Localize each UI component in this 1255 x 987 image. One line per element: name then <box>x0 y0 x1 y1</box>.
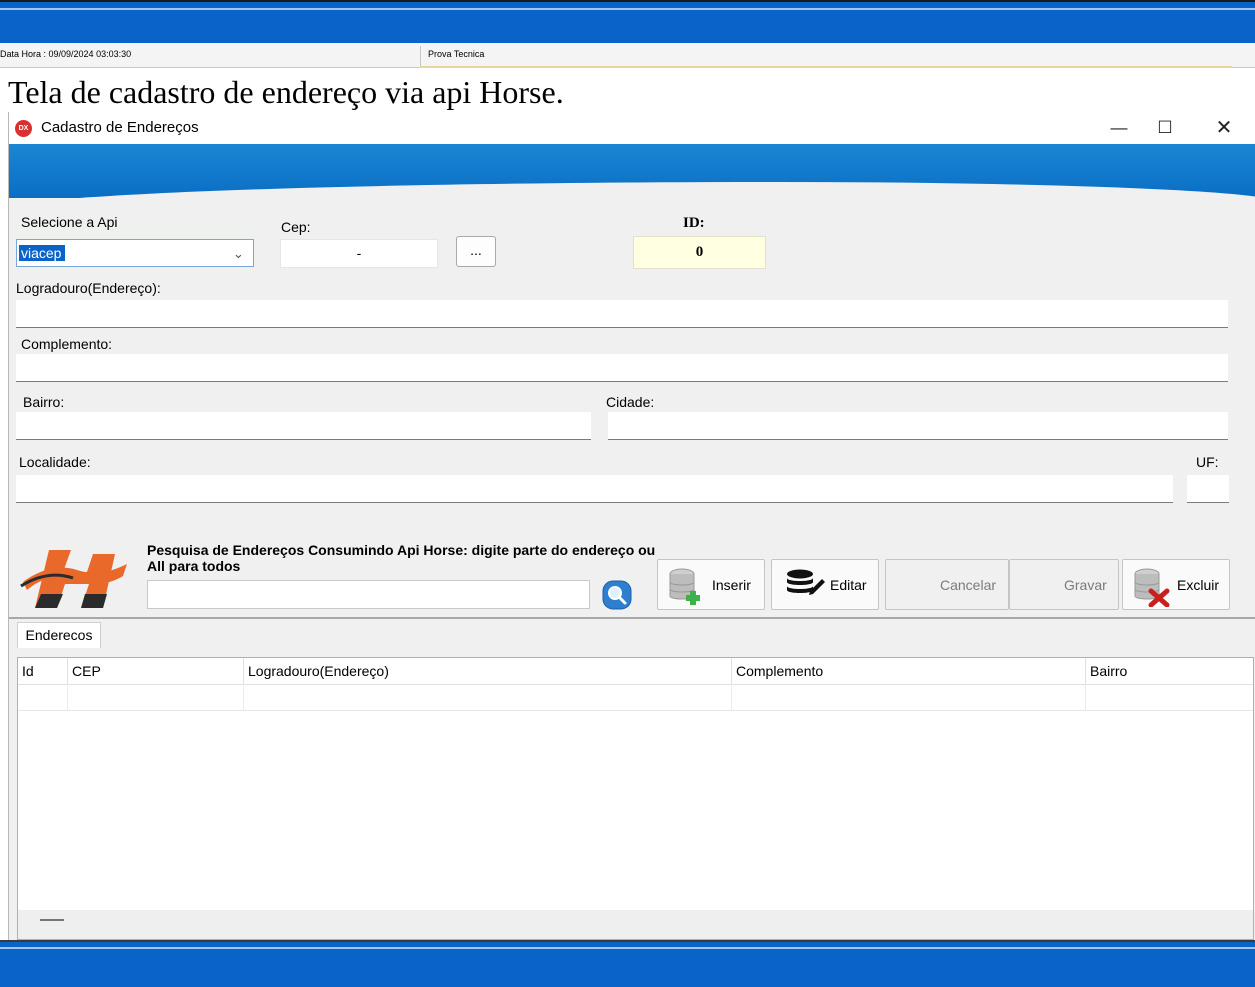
status-bar: Data Hora : 09/09/2024 03:03:30 Prova Te… <box>0 43 1255 68</box>
horse-logo-icon <box>19 542 131 614</box>
minimize-button[interactable]: — <box>1096 112 1142 144</box>
grid-empty-cell[interactable] <box>732 684 1086 710</box>
api-select[interactable]: viacep ⌄ <box>16 239 254 267</box>
toolbar-divider <box>9 617 1255 619</box>
window-title: Cadastro de Endereços <box>41 119 199 136</box>
cep-lookup-button[interactable]: ... <box>456 236 496 267</box>
editar-label: Editar <box>830 577 867 593</box>
complemento-label: Complemento: <box>21 336 113 352</box>
page-caption: Tela de cadastro de endereço via api Hor… <box>8 74 564 110</box>
grid-footer <box>18 910 1253 939</box>
cancelar-label: Cancelar <box>940 577 997 593</box>
database-edit-icon <box>786 569 826 604</box>
id-label: ID: <box>683 215 705 231</box>
maximize-button[interactable]: ☐ <box>1142 112 1188 144</box>
api-select-value: viacep <box>19 245 66 261</box>
cep-input[interactable]: - <box>280 239 438 268</box>
bairro-label: Bairro: <box>23 394 65 410</box>
status-accent-line <box>420 66 1232 68</box>
status-separator <box>420 46 421 66</box>
cidade-input[interactable] <box>608 412 1228 440</box>
inserir-button[interactable]: Inserir <box>657 559 765 610</box>
app-icon: DX <box>15 120 32 137</box>
grid-row-divider <box>18 710 1253 711</box>
grid-empty-cell[interactable] <box>68 684 244 710</box>
header-swoosh <box>9 182 1255 198</box>
column-header-cep[interactable]: CEP <box>68 658 244 684</box>
bairro-input[interactable] <box>16 412 591 440</box>
inserir-label: Inserir <box>712 577 751 593</box>
chevron-down-icon[interactable]: ⌄ <box>233 246 244 262</box>
search-input[interactable] <box>147 580 590 609</box>
status-datetime: Data Hora : 09/09/2024 03:03:30 <box>0 49 132 59</box>
header-band <box>9 144 1255 198</box>
database-add-icon <box>668 567 704 608</box>
cidade-label: Cidade: <box>606 394 655 410</box>
search-caption: Pesquisa de Endereços Consumindo Api Hor… <box>147 542 656 574</box>
column-header-id[interactable]: Id <box>18 658 68 684</box>
localidade-label: Localidade: <box>19 454 91 470</box>
close-button[interactable]: ✕ <box>1201 112 1247 144</box>
status-app-name: Prova Tecnica <box>428 49 485 59</box>
address-window: DX Cadastro de Endereços — ☐ ✕ Selecione… <box>8 112 1255 940</box>
grid-empty-cell[interactable] <box>244 684 732 710</box>
grid-footer-handle[interactable] <box>40 919 64 921</box>
column-header-complemento[interactable]: Complemento <box>732 658 1086 684</box>
uf-label: UF: <box>1196 454 1219 470</box>
editar-button[interactable]: Editar <box>771 559 879 610</box>
top-banner <box>0 0 1255 43</box>
excluir-button[interactable]: Excluir <box>1122 559 1230 610</box>
column-header-logradouro[interactable]: Logradouro(Endereço) <box>244 658 732 684</box>
id-value: 0 <box>633 236 766 269</box>
gravar-label: Gravar <box>1064 577 1107 593</box>
logradouro-label: Logradouro(Endereço): <box>16 280 161 296</box>
gravar-button[interactable]: Gravar <box>1009 559 1119 610</box>
database-delete-icon <box>1133 567 1171 610</box>
window-titlebar[interactable]: DX Cadastro de Endereços — ☐ ✕ <box>9 112 1255 144</box>
search-icon[interactable] <box>602 580 632 610</box>
cancelar-button[interactable]: Cancelar <box>885 559 1009 610</box>
enderecos-grid[interactable]: Id CEP Logradouro(Endereço) Complemento … <box>17 657 1254 940</box>
uf-input[interactable] <box>1187 475 1229 503</box>
grid-empty-cell[interactable] <box>18 684 68 710</box>
tab-enderecos[interactable]: Enderecos <box>17 622 101 648</box>
api-label: Selecione a Api <box>21 214 118 230</box>
bottom-banner <box>0 940 1255 987</box>
localidade-input[interactable] <box>16 475 1173 503</box>
complemento-input[interactable] <box>16 354 1228 382</box>
column-header-bairro[interactable]: Bairro <box>1086 658 1253 684</box>
cep-label: Cep: <box>281 219 311 235</box>
excluir-label: Excluir <box>1177 577 1220 593</box>
logradouro-input[interactable] <box>16 300 1228 328</box>
